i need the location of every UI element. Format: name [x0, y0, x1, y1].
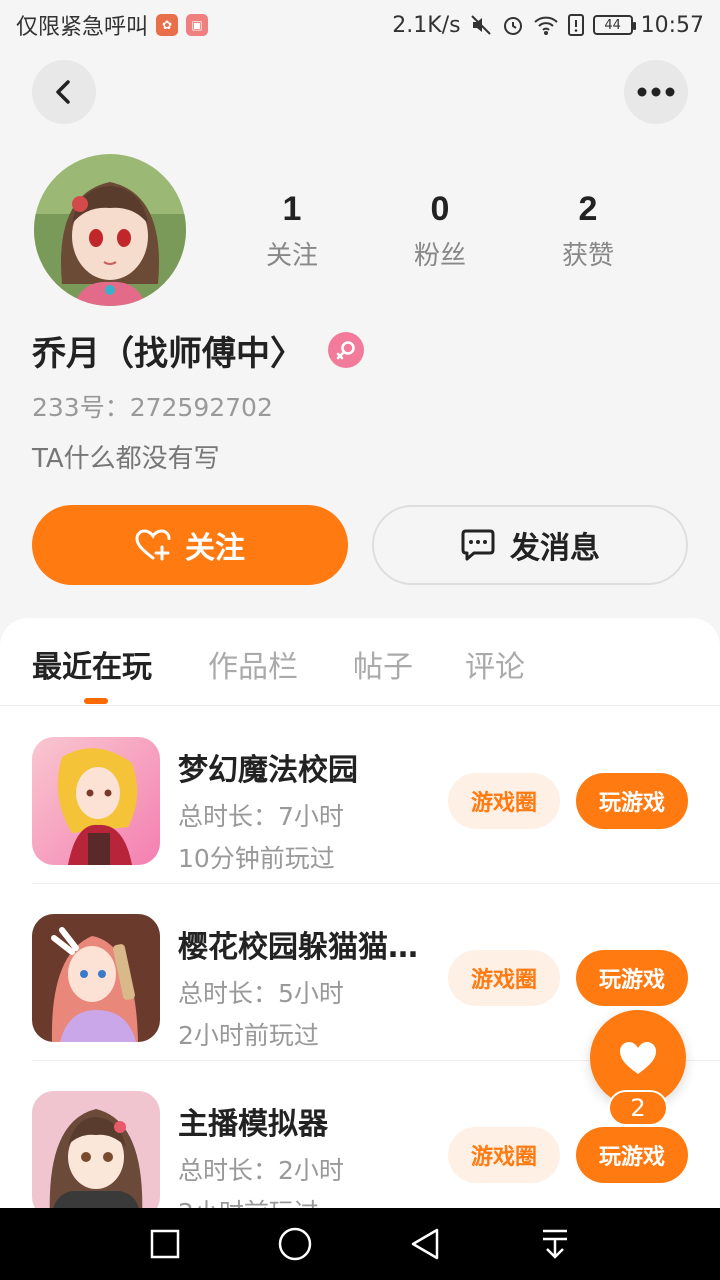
battery-icon: 44	[592, 15, 636, 35]
carrier-text: 仅限紧急呼叫	[16, 15, 149, 40]
game-duration: 总时长：7小时	[178, 802, 344, 831]
sim-alert-icon	[567, 13, 585, 37]
stat-followers[interactable]: 0 粉丝	[380, 190, 500, 272]
stat-followers-value: 0	[430, 190, 450, 228]
chevron-left-icon	[56, 80, 70, 104]
game-duration: 总时长：5小时	[178, 979, 344, 1008]
system-nav-bar	[0, 1208, 720, 1280]
home-icon[interactable]	[271, 1220, 319, 1268]
game-icon[interactable]	[32, 914, 160, 1042]
back-button[interactable]	[32, 60, 96, 124]
follow-label: 关注	[185, 531, 245, 566]
more-button[interactable]	[624, 60, 688, 124]
clock: 10:57	[640, 12, 704, 38]
tab-posts[interactable]: 帖子	[353, 642, 413, 686]
user-id: 233号：272592702	[32, 393, 273, 422]
status-left: 仅限紧急呼叫 ✿ ▣	[16, 9, 209, 41]
network-speed: 2.1K/s	[392, 12, 461, 38]
more-dots-icon	[637, 87, 675, 97]
game-row[interactable]: 梦幻魔法校园 总时长：7小时 10分钟前玩过 游戏圈 玩游戏	[32, 707, 720, 884]
stat-likes-label: 获赞	[561, 241, 614, 271]
heart-icon	[620, 1042, 656, 1074]
game-last-played: 2小时前玩过	[178, 1193, 319, 1208]
wifi-icon	[533, 14, 559, 36]
play-game-button[interactable]: 玩游戏	[576, 1127, 688, 1183]
play-game-button[interactable]: 玩游戏	[576, 773, 688, 829]
tab-works[interactable]: 作品栏	[208, 642, 298, 686]
message-label: 发消息	[510, 531, 600, 566]
avatar[interactable]	[34, 154, 186, 306]
game-title: 樱花校园躲猫猫…	[178, 930, 418, 965]
game-icon[interactable]	[32, 737, 160, 865]
mute-icon	[469, 13, 493, 37]
app-notification-icon-2: ▣	[186, 14, 209, 36]
play-game-button[interactable]: 玩游戏	[576, 950, 688, 1006]
heart-plus-icon	[135, 529, 171, 561]
stat-likes[interactable]: 2 获赞	[528, 190, 648, 272]
like-count: 2	[608, 1090, 668, 1126]
recent-apps-icon[interactable]	[141, 1220, 189, 1268]
stat-likes-value: 2	[578, 190, 598, 228]
tab-bar: 最近在玩 作品栏 帖子 评论	[0, 618, 720, 706]
message-button[interactable]: 发消息	[372, 505, 688, 585]
nickname-row: 乔月（找师傅中〉	[32, 322, 364, 378]
game-duration: 总时长：2小时	[178, 1156, 344, 1185]
status-right: 2.1K/s 44 10:57	[392, 13, 704, 38]
tab-comments[interactable]: 评论	[465, 642, 525, 686]
tab-recently-played[interactable]: 最近在玩	[32, 642, 152, 686]
stat-following[interactable]: 1 关注	[232, 190, 352, 272]
game-circle-button[interactable]: 游戏圈	[448, 950, 560, 1006]
game-last-played: 10分钟前玩过	[178, 844, 335, 873]
female-gender-icon	[328, 332, 364, 368]
status-bar: 仅限紧急呼叫 ✿ ▣ 2.1K/s 44 10:57	[0, 0, 720, 50]
game-circle-button[interactable]: 游戏圈	[448, 1127, 560, 1183]
stat-following-label: 关注	[265, 241, 318, 271]
follow-button[interactable]: 关注	[32, 505, 348, 585]
stat-following-value: 1	[282, 190, 302, 228]
stat-followers-label: 粉丝	[413, 241, 466, 271]
notification-drawer-icon[interactable]	[531, 1220, 579, 1268]
game-last-played: 2小时前玩过	[178, 1021, 319, 1050]
bio: TA什么都没有写	[32, 444, 220, 474]
tab-indicator	[84, 698, 108, 704]
game-title: 主播模拟器	[178, 1107, 328, 1142]
app-notification-icon: ✿	[156, 14, 179, 36]
back-nav-icon[interactable]	[401, 1220, 449, 1268]
game-icon[interactable]	[32, 1091, 160, 1208]
alarm-icon	[501, 13, 525, 37]
chat-bubble-icon	[461, 529, 495, 561]
nickname: 乔月（找师傅中〉	[32, 333, 304, 374]
game-title: 梦幻魔法校园	[178, 753, 358, 788]
game-circle-button[interactable]: 游戏圈	[448, 773, 560, 829]
